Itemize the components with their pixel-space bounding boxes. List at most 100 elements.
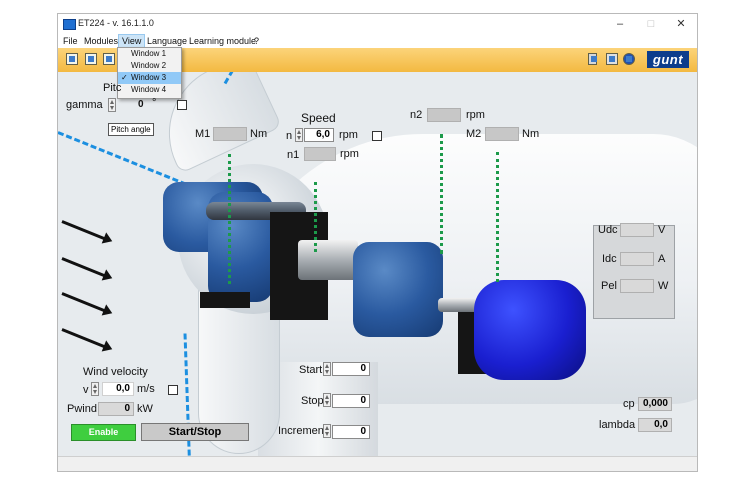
wind-arrow-1 bbox=[61, 220, 108, 241]
m2-unit: Nm bbox=[522, 128, 540, 140]
menu-learning-module[interactable]: Learning module bbox=[186, 35, 259, 47]
v-label: v bbox=[83, 384, 89, 396]
sensor-line-n1 bbox=[314, 182, 317, 252]
sensor-line-n2 bbox=[440, 134, 443, 254]
m2-label: M2 bbox=[466, 128, 482, 140]
main-shaft bbox=[298, 240, 358, 280]
enable-button[interactable]: Enable bbox=[71, 424, 136, 441]
pitch-checkbox[interactable] bbox=[177, 100, 187, 110]
idc-value bbox=[620, 252, 654, 266]
pel-label: Pel bbox=[601, 280, 617, 292]
wind-velocity-title: Wind velocity bbox=[83, 366, 148, 378]
n-value[interactable]: 6,0 bbox=[304, 128, 334, 142]
n-spinner[interactable] bbox=[295, 128, 303, 142]
cp-value: 0,000 bbox=[638, 397, 672, 411]
n2-value bbox=[427, 108, 461, 122]
guide-line-lower bbox=[183, 333, 192, 471]
window-title: ET224 - v. 16.1.1.0 bbox=[78, 18, 154, 28]
close-icon[interactable]: ✕ bbox=[666, 16, 696, 32]
n1-value bbox=[304, 147, 336, 161]
increment-label: Increment bbox=[278, 425, 327, 437]
menu-help[interactable]: ? bbox=[251, 35, 262, 47]
save-icon[interactable] bbox=[85, 53, 97, 65]
start-stop-button[interactable]: Start/Stop bbox=[141, 423, 249, 441]
app-icon bbox=[63, 19, 76, 30]
pitch-title: Pitc bbox=[103, 82, 122, 94]
sensor-line-m1 bbox=[228, 154, 231, 284]
generator-shaft bbox=[438, 298, 478, 312]
start-spinner[interactable] bbox=[323, 362, 331, 376]
speed-title: Speed bbox=[301, 111, 336, 125]
menu-view[interactable]: View bbox=[118, 34, 146, 48]
increment-spinner[interactable] bbox=[323, 424, 331, 438]
m1-label: M1 bbox=[195, 128, 211, 140]
n2-unit: rpm bbox=[466, 109, 485, 121]
stop-value[interactable]: 0 bbox=[332, 394, 370, 408]
n2-label: n2 bbox=[410, 109, 423, 121]
m1-value bbox=[213, 127, 247, 141]
speed-checkbox[interactable] bbox=[372, 131, 382, 141]
wind-arrow-3 bbox=[61, 292, 108, 313]
gunt-logo: gunt bbox=[647, 51, 689, 68]
stop-spinner[interactable] bbox=[323, 393, 331, 407]
status-bar bbox=[58, 456, 697, 471]
wind-arrow-2 bbox=[61, 257, 108, 278]
m1-unit: Nm bbox=[250, 128, 268, 140]
pwind-label: Pwind bbox=[67, 403, 97, 415]
electrical-panel bbox=[593, 225, 675, 319]
increment-value[interactable]: 0 bbox=[332, 425, 370, 439]
cp-label: cp bbox=[623, 398, 635, 410]
start-value[interactable]: 0 bbox=[332, 362, 370, 376]
n-unit: rpm bbox=[339, 129, 358, 141]
menu-bar: File Modules View Language Learning modu… bbox=[58, 34, 697, 48]
m2-value bbox=[485, 127, 519, 141]
wind-checkbox[interactable] bbox=[168, 385, 178, 395]
open-icon[interactable] bbox=[66, 53, 78, 65]
n1-label: n1 bbox=[287, 149, 300, 161]
v-unit: m/s bbox=[137, 383, 155, 395]
print-icon[interactable] bbox=[606, 53, 618, 65]
udc-unit: V bbox=[658, 224, 666, 236]
gamma-value[interactable]: 0 bbox=[138, 99, 144, 110]
settings-icon[interactable] bbox=[588, 53, 597, 65]
stop-label: Stop bbox=[301, 395, 324, 407]
generator bbox=[474, 280, 586, 380]
v-value[interactable]: 0,0 bbox=[102, 382, 134, 396]
pitch-tooltip: Pitch angle bbox=[108, 123, 154, 136]
gamma-unit: ° bbox=[152, 97, 157, 109]
pel-unit: W bbox=[658, 280, 669, 292]
help-icon[interactable] bbox=[623, 53, 635, 65]
v-spinner[interactable] bbox=[91, 382, 99, 396]
gamma-spinner[interactable] bbox=[108, 98, 116, 112]
pwind-unit: kW bbox=[137, 403, 153, 415]
sensor-line-m2 bbox=[496, 152, 499, 282]
app-window: ET224 - v. 16.1.1.0 – □ ✕ File Modules V… bbox=[57, 13, 698, 472]
udc-value bbox=[620, 223, 654, 237]
pwind-value: 0 bbox=[98, 402, 134, 416]
check-icon: ✓ bbox=[121, 73, 128, 82]
menu-modules[interactable]: Modules bbox=[81, 35, 121, 47]
maximize-icon[interactable]: □ bbox=[636, 16, 666, 32]
gearbox-2 bbox=[353, 242, 443, 337]
menu-file[interactable]: File bbox=[60, 35, 81, 47]
lambda-label: lambda bbox=[599, 419, 636, 431]
pel-value bbox=[620, 279, 654, 293]
title-bar: ET224 - v. 16.1.1.0 – □ ✕ bbox=[58, 14, 697, 34]
wind-arrow-4 bbox=[61, 328, 108, 349]
view-dropdown: Window 1 Window 2 ✓ Window 3 Window 4 bbox=[117, 47, 182, 99]
n1-unit: rpm bbox=[340, 148, 359, 160]
lambda-value: 0,0 bbox=[638, 418, 672, 432]
idc-unit: A bbox=[658, 253, 666, 265]
menu-item-window-1[interactable]: Window 1 bbox=[118, 48, 181, 60]
udc-label: Udc bbox=[598, 224, 618, 236]
minimize-icon[interactable]: – bbox=[605, 16, 635, 32]
idc-label: Idc bbox=[602, 253, 617, 265]
start-label: Start bbox=[299, 364, 323, 376]
menu-item-window-4[interactable]: Window 4 bbox=[118, 84, 181, 96]
gamma-label: gamma bbox=[66, 99, 103, 111]
menu-item-window-2[interactable]: Window 2 bbox=[118, 60, 181, 72]
menu-language[interactable]: Language bbox=[144, 35, 190, 47]
sensor-mount bbox=[200, 292, 250, 308]
export-icon[interactable] bbox=[103, 53, 115, 65]
menu-item-window-3[interactable]: ✓ Window 3 bbox=[118, 72, 181, 84]
